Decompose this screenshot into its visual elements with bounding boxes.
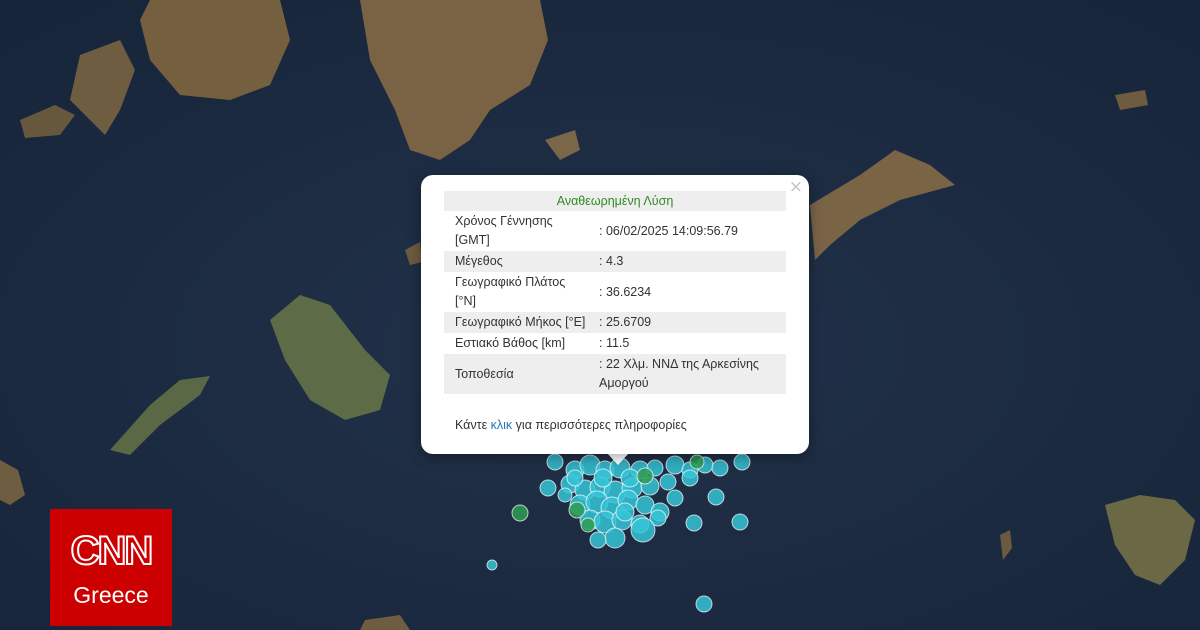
- earthquake-marker[interactable]: [620, 468, 640, 488]
- location-value: : 22 Χλμ. ΝΝΔ της Αρκεσίνης Αμοργού: [599, 357, 759, 390]
- earthquake-marker[interactable]: [589, 531, 607, 549]
- longitude-label: Γεωγραφικό Μήκος [°E]: [455, 315, 586, 329]
- earthquake-marker[interactable]: [604, 527, 626, 549]
- popup-header: Αναθεωρημένη Λύση: [444, 191, 786, 211]
- earthquake-marker[interactable]: [733, 453, 751, 471]
- earthquake-marker[interactable]: [731, 513, 749, 531]
- cnn-greece-logo: CNN Greece: [50, 509, 172, 626]
- table-row: Μέγεθος : 4.3: [444, 251, 786, 272]
- earthquake-marker[interactable]: [711, 459, 729, 477]
- popup-pointer: [607, 453, 629, 465]
- cnn-logo-edition: Greece: [73, 582, 149, 608]
- popup-footer: Κάντε κλικ για περισσότερες πληροφορίες: [455, 418, 687, 432]
- earthquake-marker[interactable]: [568, 501, 586, 519]
- footer-text-before: Κάντε: [455, 418, 491, 432]
- origin-time-value: : 06/02/2025 14:09:56.79: [599, 223, 739, 238]
- earthquake-marker[interactable]: [659, 473, 677, 491]
- earthquake-marker[interactable]: [689, 454, 705, 470]
- earthquake-marker[interactable]: [557, 487, 573, 503]
- latitude-label: Γεωγραφικό Πλάτος [°N]: [455, 275, 566, 308]
- table-row: Εστιακό Βάθος [km] : 11.5: [444, 333, 786, 354]
- earthquake-marker[interactable]: [511, 504, 529, 522]
- table-row: Γεωγραφικό Πλάτος [°N] : 36.6234: [444, 272, 786, 312]
- close-icon[interactable]: ×: [789, 178, 803, 196]
- more-info-link[interactable]: κλικ: [491, 418, 513, 432]
- cnn-logo-word: CNN: [70, 528, 155, 574]
- earthquake-marker[interactable]: [707, 488, 725, 506]
- earthquake-info-table: Χρόνος Γέννησης [GMT] : 06/02/2025 14:09…: [444, 211, 786, 394]
- earthquake-marker[interactable]: [636, 467, 654, 485]
- location-label: Τοποθεσία: [455, 366, 514, 381]
- earthquake-marker[interactable]: [685, 514, 703, 532]
- earthquake-marker[interactable]: [615, 502, 635, 522]
- earthquake-marker[interactable]: [695, 595, 713, 613]
- earthquake-marker[interactable]: [593, 468, 613, 488]
- earthquake-marker[interactable]: [665, 455, 685, 475]
- origin-time-label: Χρόνος Γέννησης [GMT]: [455, 214, 553, 247]
- depth-label: Εστιακό Βάθος [km]: [455, 336, 566, 350]
- earthquake-marker[interactable]: [666, 489, 684, 507]
- latitude-value: : 36.6234: [599, 284, 652, 299]
- footer-text-after: για περισσότερες πληροφορίες: [512, 418, 687, 432]
- table-row: Γεωγραφικό Μήκος [°E] : 25.6709: [444, 312, 786, 333]
- magnitude-label: Μέγεθος: [455, 254, 503, 268]
- earthquake-marker[interactable]: [580, 517, 596, 533]
- satellite-map[interactable]: × Αναθεωρημένη Λύση Χρόνος Γέννησης [GMT…: [0, 0, 1200, 630]
- earthquake-marker[interactable]: [681, 469, 699, 487]
- depth-value: : 11.5: [599, 336, 630, 350]
- table-row: Χρόνος Γέννησης [GMT] : 06/02/2025 14:09…: [444, 211, 786, 251]
- magnitude-value: : 4.3: [599, 254, 624, 268]
- earthquake-marker[interactable]: [566, 469, 584, 487]
- earthquake-marker[interactable]: [486, 559, 498, 571]
- earthquake-marker[interactable]: [546, 453, 564, 471]
- longitude-value: : 25.6709: [599, 315, 652, 329]
- table-row: Τοποθεσία : 22 Χλμ. ΝΝΔ της Αρκεσίνης Αμ…: [444, 354, 786, 394]
- earthquake-marker[interactable]: [630, 517, 656, 543]
- earthquake-popup: × Αναθεωρημένη Λύση Χρόνος Γέννησης [GMT…: [421, 175, 809, 454]
- earthquake-marker[interactable]: [539, 479, 557, 497]
